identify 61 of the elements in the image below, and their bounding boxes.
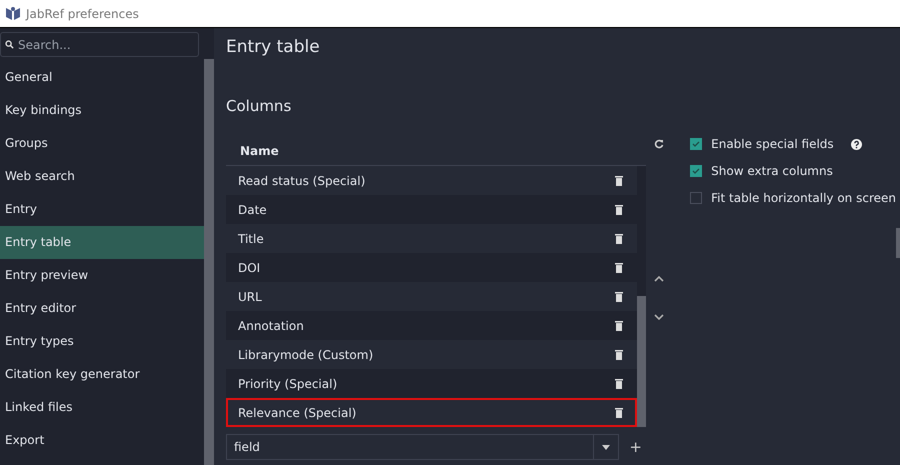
checkmark-icon — [691, 139, 702, 149]
table-cell: Date — [238, 202, 267, 216]
table-cell: DOI — [238, 260, 260, 274]
sidebar-item[interactable]: Web search — [0, 160, 204, 193]
sidebar-item[interactable]: Entry types — [0, 325, 204, 358]
search-input[interactable]: Search... — [18, 38, 188, 52]
trash-icon[interactable] — [615, 408, 623, 418]
table-row[interactable]: DOI — [226, 253, 637, 282]
table-cell: Annotation — [238, 318, 304, 332]
trash-icon[interactable] — [615, 262, 623, 272]
scrollbar-thumb[interactable] — [204, 59, 214, 465]
move-up-icon[interactable] — [654, 276, 664, 282]
table-cell: Priority (Special) — [238, 376, 338, 390]
checkbox-label[interactable]: Show extra columns — [711, 164, 833, 178]
section-heading: Columns — [226, 97, 292, 117]
sidebar-item[interactable]: Citation key generator — [0, 358, 204, 391]
sidebar-item[interactable]: Entry — [0, 193, 204, 226]
table-cell: URL — [238, 290, 262, 304]
checkbox-label[interactable]: Fit table horizontally on screen — [711, 191, 896, 205]
table-cell: Read status (Special) — [238, 174, 366, 188]
help-icon[interactable] — [850, 138, 862, 150]
add-button[interactable]: + — [625, 438, 646, 456]
refresh-icon[interactable] — [654, 139, 664, 149]
window-title: JabRef preferences — [26, 6, 139, 20]
trash-icon[interactable] — [615, 320, 623, 330]
checkbox[interactable] — [690, 192, 702, 204]
trash-icon[interactable] — [615, 204, 623, 214]
sidebar-item[interactable]: Linked files — [0, 391, 204, 424]
scrollbar-thumb[interactable] — [896, 228, 900, 258]
dropdown-caret-icon — [602, 444, 610, 450]
table-cell: Relevance (Special) — [238, 406, 356, 420]
table-row[interactable]: Relevance (Special) — [226, 398, 637, 427]
trash-icon[interactable] — [615, 234, 623, 244]
search-icon — [5, 40, 14, 49]
scrollbar-thumb[interactable] — [637, 296, 646, 427]
column-header[interactable]: Name — [240, 144, 279, 158]
sidebar-item[interactable]: Entry editor — [0, 292, 204, 325]
move-down-icon[interactable] — [654, 314, 664, 320]
sidebar-item[interactable]: Key bindings — [0, 94, 204, 127]
checkmark-icon — [691, 166, 702, 176]
trash-icon[interactable] — [615, 176, 623, 186]
sidebar-item[interactable]: Export — [0, 424, 204, 457]
table-cell: Title — [238, 232, 264, 246]
sidebar-item[interactable]: Groups — [0, 127, 204, 160]
checkbox[interactable] — [690, 165, 702, 177]
trash-icon[interactable] — [615, 292, 623, 302]
table-row[interactable]: Annotation — [226, 311, 637, 340]
sidebar-item[interactable]: Entry preview — [0, 259, 204, 292]
field-combo-box[interactable]: field — [226, 434, 620, 460]
trash-icon[interactable] — [615, 350, 623, 360]
table-row[interactable]: Date — [226, 195, 637, 224]
sidebar-item[interactable]: General — [0, 61, 204, 94]
table-row[interactable]: Priority (Special) — [226, 369, 637, 398]
search-field[interactable]: Search... — [0, 32, 199, 57]
app-logo-icon — [5, 6, 21, 22]
table-cell: Librarymode (Custom) — [238, 348, 374, 362]
trash-icon[interactable] — [615, 378, 623, 388]
checkbox[interactable] — [690, 138, 702, 150]
page-title: Entry table — [226, 37, 321, 59]
checkbox-label[interactable]: Enable special fields — [711, 137, 834, 151]
sidebar-item[interactable]: Entry table — [0, 226, 204, 259]
